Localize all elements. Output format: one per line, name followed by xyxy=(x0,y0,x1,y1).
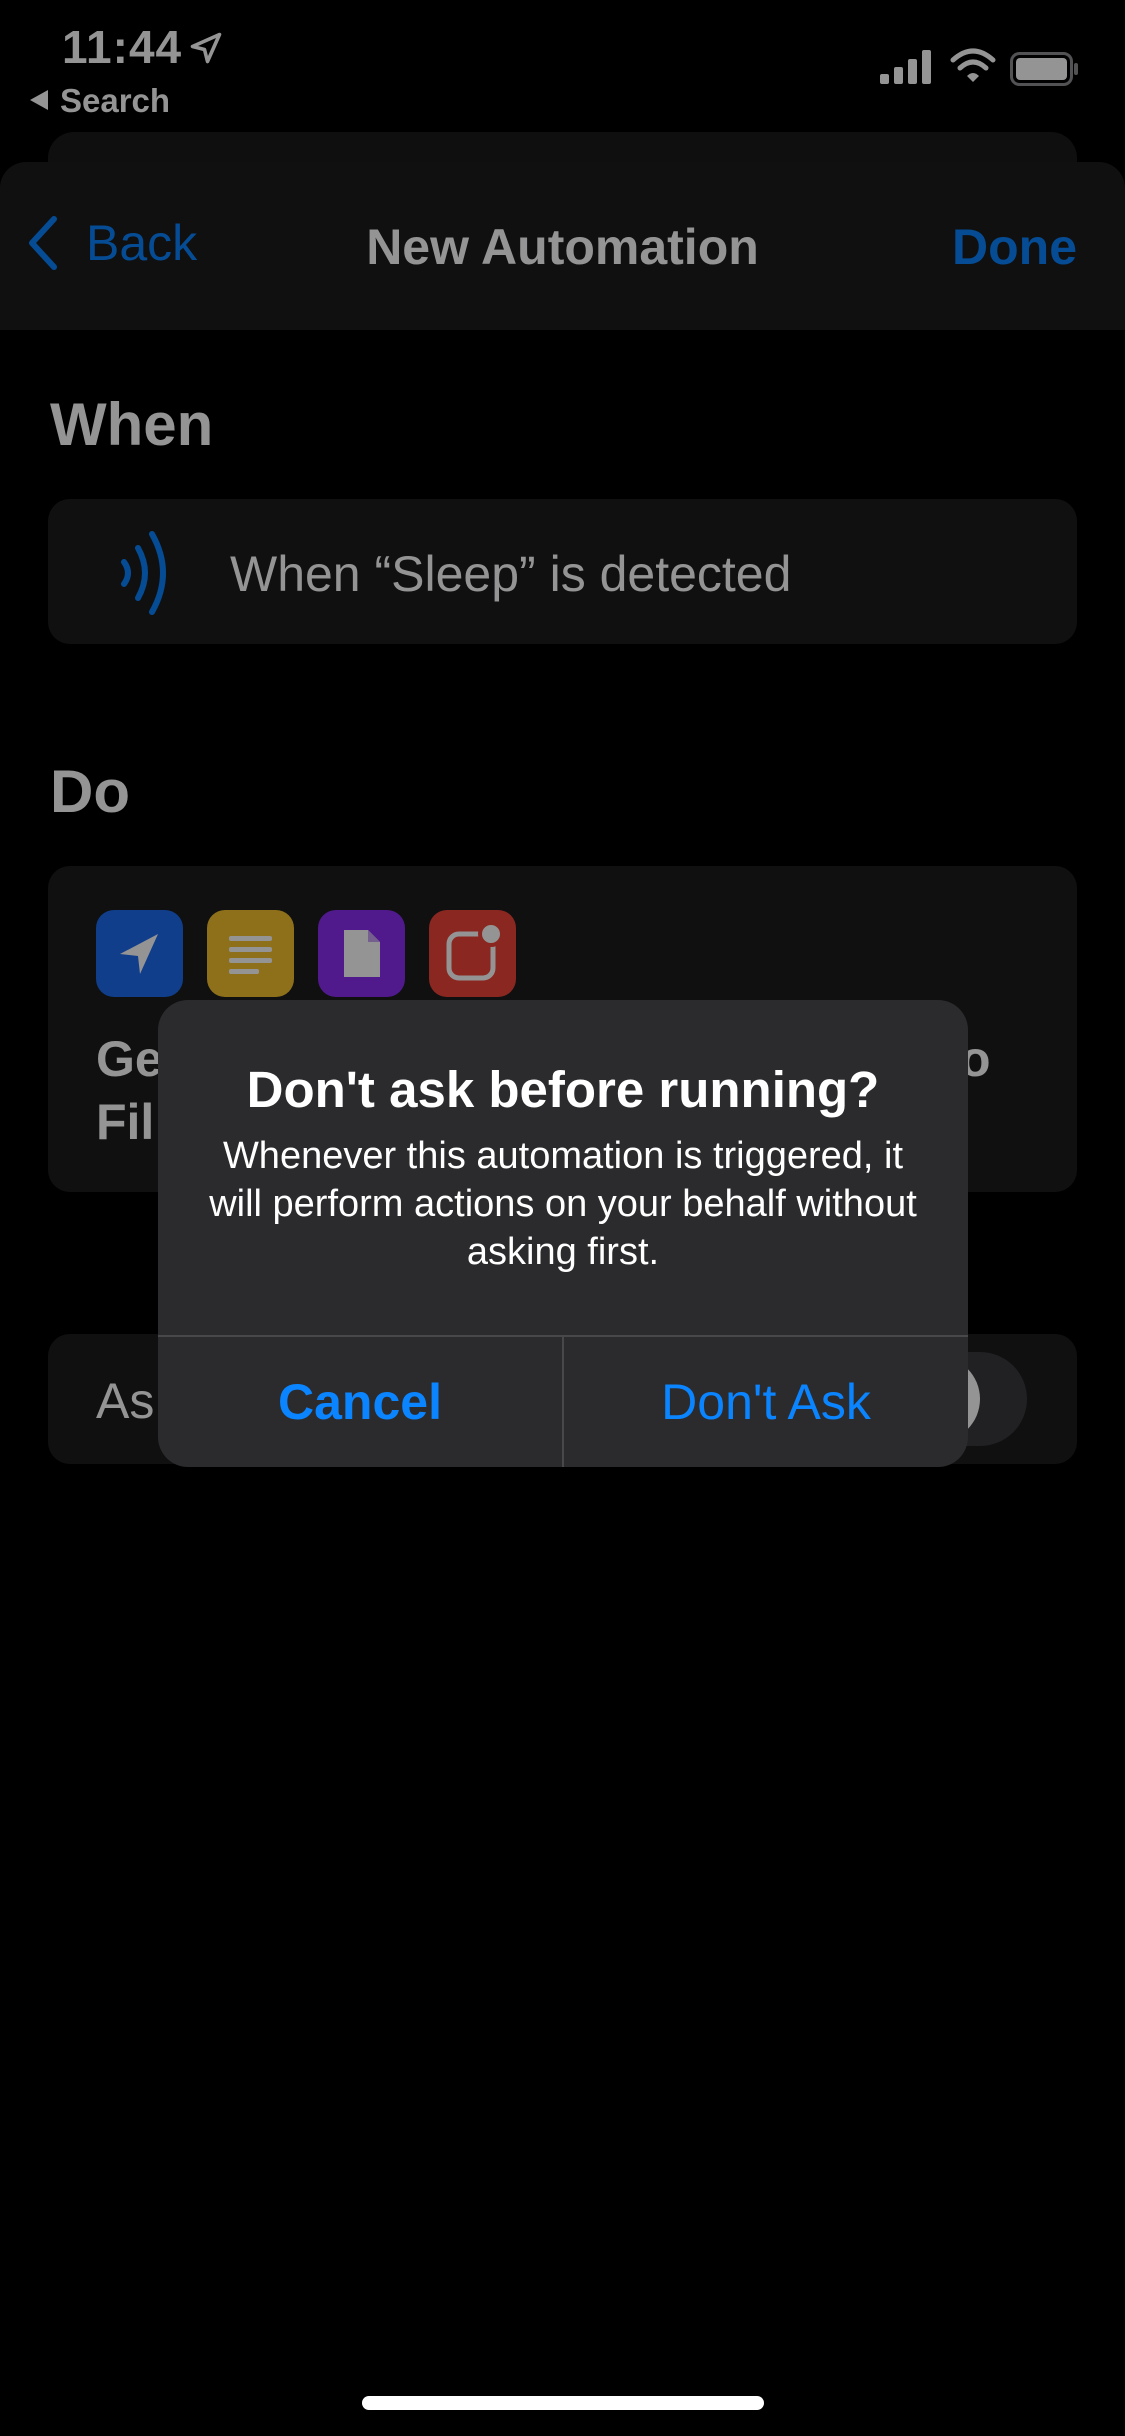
alert-title: Don't ask before running? xyxy=(246,1061,880,1118)
home-indicator[interactable] xyxy=(362,2396,764,2410)
alert-message: Whenever this automation is triggered, i… xyxy=(209,1135,917,1273)
confirmation-alert: Don't ask before running? Whenever this … xyxy=(158,1000,968,1467)
dont-ask-button[interactable]: Don't Ask xyxy=(564,1337,968,1467)
cancel-button[interactable]: Cancel xyxy=(158,1337,562,1467)
